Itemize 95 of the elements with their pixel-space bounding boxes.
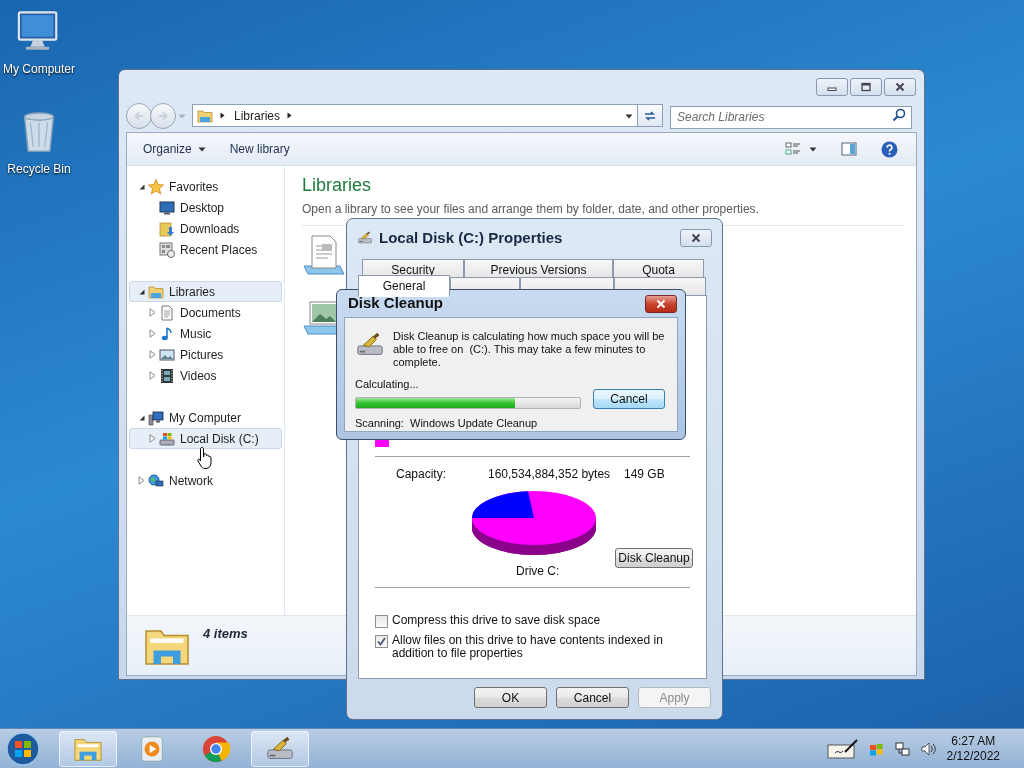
refresh-button[interactable] — [638, 104, 663, 127]
toolbar-button[interactable]: Organize — [137, 137, 212, 161]
library-description: Open a library to see your files and arrange them by folder, date, and other properties. — [302, 201, 760, 218]
chevron-icon — [219, 112, 226, 119]
check-icon — [377, 637, 386, 646]
nav-item[interactable]: Libraries — [129, 281, 282, 302]
desktop-icon-label[interactable]: My Computer — [3, 60, 75, 78]
globe-icon — [148, 472, 164, 489]
forward-button[interactable] — [150, 102, 176, 129]
capacity-label: Capacity: — [396, 466, 448, 483]
close-icon — [895, 82, 905, 92]
caret-icon — [197, 145, 206, 153]
tray-button[interactable] — [892, 740, 913, 757]
star-icon — [148, 178, 164, 195]
close-button[interactable] — [884, 78, 916, 96]
breadcrumb[interactable]: Libraries — [234, 106, 281, 125]
outline-triangle-icon[interactable] — [149, 350, 156, 359]
nav-item[interactable]: Videos — [129, 365, 282, 386]
search-field[interactable]: Search Libraries — [670, 105, 912, 129]
music-note-icon — [159, 325, 175, 342]
disk-cleanup-button[interactable]: Disk Cleanup — [615, 548, 693, 568]
help-icon — [881, 140, 898, 158]
filled-triangle-icon[interactable] — [138, 288, 145, 295]
nav-item[interactable]: My Computer — [129, 407, 282, 428]
capacity-size: 149 GB — [624, 466, 665, 483]
nav-item[interactable]: Documents — [129, 302, 282, 323]
dialog-title: Local Disk (C:) Properties — [379, 227, 563, 248]
dialog-button[interactable]: Cancel — [556, 687, 629, 708]
clock[interactable]: 6:27 AM 2/12/2022 — [946, 733, 1000, 764]
speaker-icon — [920, 740, 937, 757]
tray-button[interactable] — [918, 740, 939, 757]
address-bar[interactable]: Libraries — [192, 104, 638, 127]
checkbox[interactable] — [375, 615, 388, 628]
forward-arrow-icon — [157, 109, 169, 122]
film-icon — [159, 367, 175, 384]
windows-orb-icon — [5, 730, 41, 767]
refresh-arrows-icon — [643, 108, 657, 123]
item-count: 4 items — [203, 625, 248, 643]
cleanup-message: Disk Cleanup is calculating how much space you will be able to free on (C:). This may take a few minutes to complete. — [393, 330, 666, 369]
nav-item[interactable]: Pictures — [129, 344, 282, 365]
checkbox-label: Allow files on this drive to have contents indexed in addition to file properties — [392, 634, 664, 660]
checkbox[interactable] — [375, 635, 388, 648]
drive-icon — [159, 430, 175, 447]
caret-icon — [809, 145, 817, 153]
outline-triangle-icon[interactable] — [149, 329, 156, 338]
maximize-icon — [861, 82, 871, 92]
computer-icon — [148, 409, 164, 426]
drive-brush-icon — [357, 230, 373, 246]
search-icon — [892, 108, 906, 122]
desktop-icon-label[interactable]: Recycle Bin — [7, 160, 71, 178]
filled-triangle-icon[interactable] — [138, 414, 145, 421]
nav-item[interactable]: Local Disk (C:) — [129, 428, 282, 449]
preview-pane-icon — [841, 141, 857, 157]
filled-triangle-icon[interactable] — [138, 183, 145, 190]
grid-window-icon — [159, 241, 175, 258]
checkbox-label: Compress this drive to save disk space — [392, 614, 602, 627]
back-arrow-icon — [133, 109, 145, 122]
chevron-icon — [286, 112, 294, 119]
dialog-button[interactable]: OK — [474, 687, 547, 708]
library-folder-icon — [197, 107, 213, 124]
nav-item[interactable]: Favorites — [129, 176, 282, 197]
download-folder-icon — [159, 220, 175, 237]
toolbar-button[interactable]: New library — [223, 137, 296, 161]
close-icon — [691, 233, 701, 243]
capacity-bytes: 160,534,884,352 bytes — [488, 466, 612, 483]
nav-item[interactable]: Music — [129, 323, 282, 344]
picture-icon — [159, 346, 175, 363]
close-button[interactable] — [680, 229, 712, 247]
outline-triangle-icon[interactable] — [149, 308, 156, 317]
view-list-icon — [785, 141, 801, 157]
nav-item[interactable]: Recent Places — [129, 239, 282, 260]
cancel-button[interactable]: Cancel — [593, 388, 665, 409]
nav-item[interactable]: Downloads — [129, 218, 282, 239]
taskbar-button[interactable] — [59, 730, 117, 767]
nav-item[interactable]: Desktop — [129, 197, 282, 218]
document-library-icon — [302, 234, 346, 278]
close-icon — [656, 298, 666, 309]
outline-triangle-icon[interactable] — [149, 434, 156, 443]
maximize-button[interactable] — [850, 78, 882, 96]
outline-triangle-icon[interactable] — [138, 476, 145, 485]
scanning-text: Scanning: Windows Update Cleanup — [355, 415, 539, 431]
library-folder-icon — [148, 283, 164, 300]
library-heading: Libraries — [302, 174, 373, 197]
taskbar-button[interactable] — [251, 730, 309, 767]
close-button[interactable] — [645, 294, 677, 313]
tab[interactable]: General — [358, 275, 450, 297]
drive-label: Drive C: — [516, 563, 560, 580]
nav-item[interactable]: Network — [129, 470, 282, 491]
network-icon — [894, 740, 911, 757]
colored-circle-icon — [201, 733, 231, 764]
back-button[interactable] — [126, 102, 152, 129]
status-text: Calculating... — [355, 377, 420, 392]
outline-triangle-icon[interactable] — [149, 371, 156, 380]
monitor-icon — [159, 199, 175, 216]
document-icon — [159, 304, 175, 321]
